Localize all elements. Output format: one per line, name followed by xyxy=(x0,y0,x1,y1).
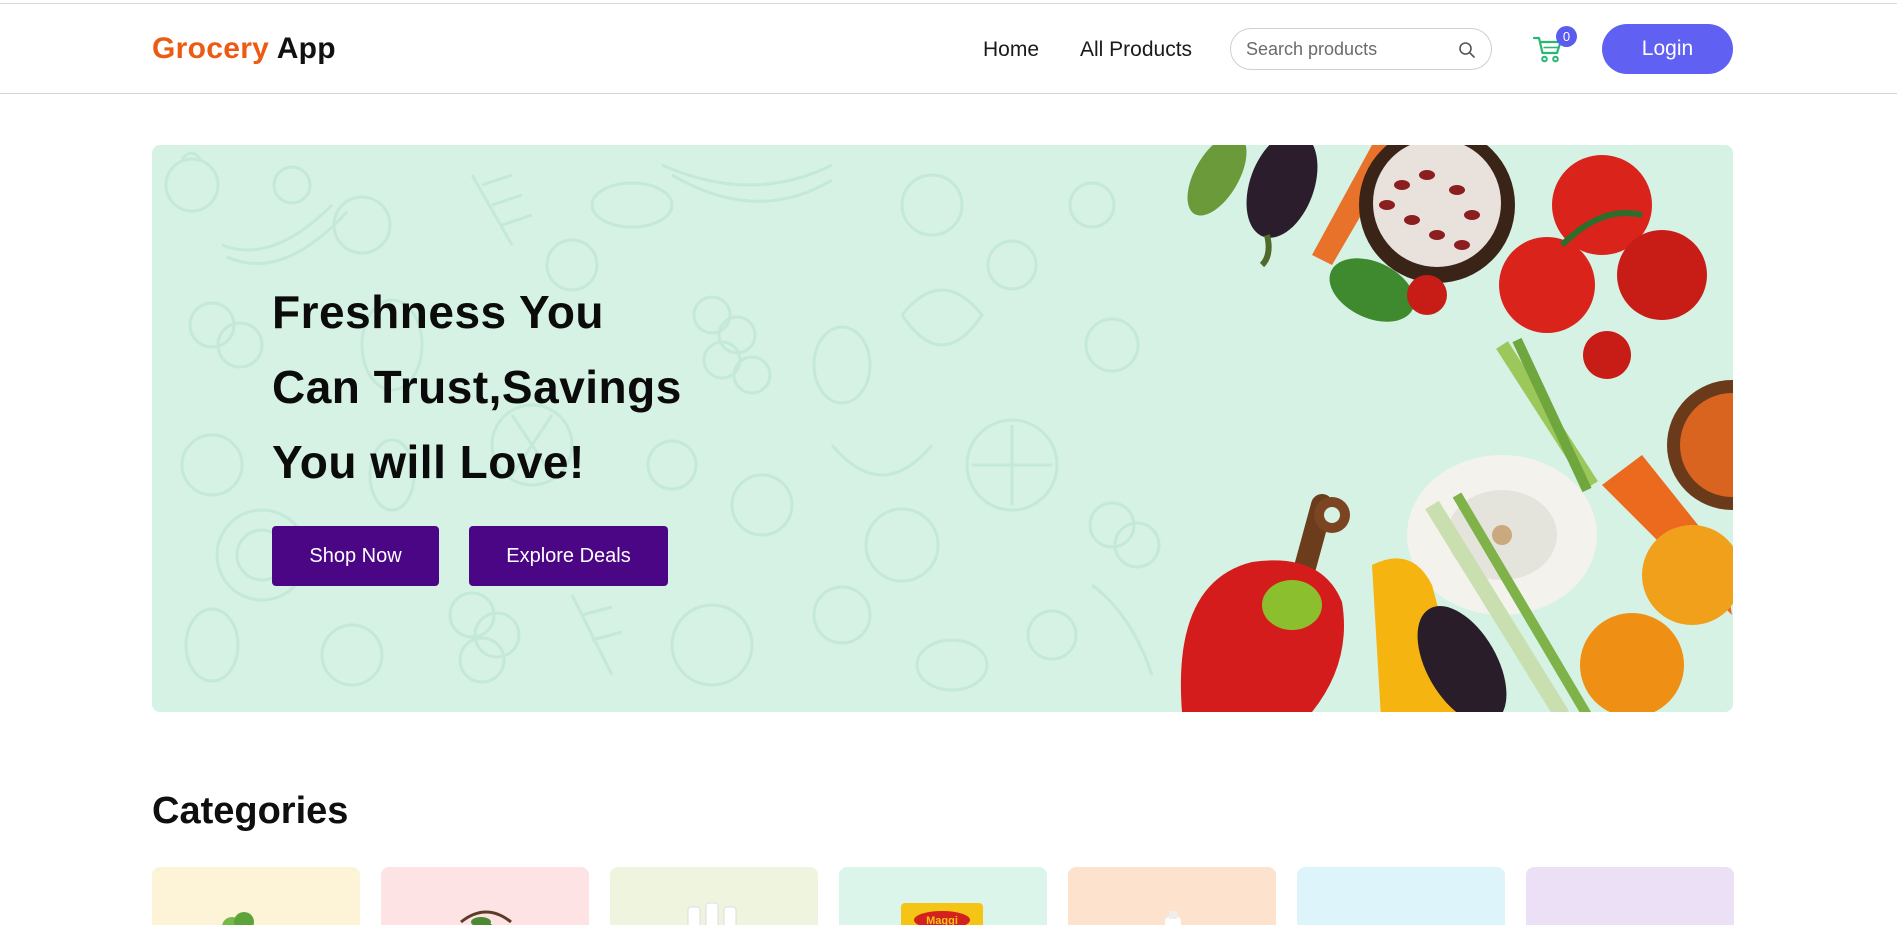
explore-deals-button[interactable]: Explore Deals xyxy=(469,526,668,586)
hero-title: Freshness You Can Trust,Savings You will… xyxy=(272,275,792,500)
vegetables-image xyxy=(1180,145,1733,712)
instant-noodles-icon: Maggi xyxy=(901,903,983,925)
bakery-icon xyxy=(1297,867,1505,925)
hero-title-line: You will Love! xyxy=(272,436,585,488)
nav-home-link[interactable]: Home xyxy=(983,38,1039,62)
brand-logo[interactable]: Grocery App xyxy=(152,32,336,66)
categories-heading: Categories xyxy=(152,790,349,832)
search-box xyxy=(1230,28,1492,70)
fruit-bunch-icon xyxy=(460,910,512,925)
search-icon[interactable] xyxy=(1457,40,1477,60)
brand-name-part1: Grocery xyxy=(152,32,270,65)
login-button[interactable]: Login xyxy=(1602,24,1733,74)
category-card[interactable] xyxy=(381,867,589,925)
dairy-icon xyxy=(1165,911,1181,925)
cart-count-badge: 0 xyxy=(1556,26,1577,47)
bottles-icon xyxy=(687,902,737,925)
hero-banner: Freshness You Can Trust,Savings You will… xyxy=(152,145,1733,712)
category-card-brand-label: Maggi xyxy=(926,915,958,925)
category-card[interactable] xyxy=(1526,867,1734,925)
category-card[interactable] xyxy=(152,867,360,925)
brand-name-part2: App xyxy=(276,32,336,65)
category-card[interactable] xyxy=(1297,867,1505,925)
search-input[interactable] xyxy=(1246,37,1451,61)
leafy-greens-icon xyxy=(222,912,254,925)
navbar: Grocery App Home All Products 0 Login xyxy=(0,4,1897,94)
grains-icon xyxy=(1526,867,1734,925)
category-card[interactable]: Maggi xyxy=(839,867,1047,925)
category-card[interactable] xyxy=(1068,867,1276,925)
categories-list: Maggi xyxy=(152,867,1734,925)
hero-title-line: Freshness You xyxy=(272,286,605,338)
shop-now-button[interactable]: Shop Now xyxy=(272,526,439,586)
nav-all-products-link[interactable]: All Products xyxy=(1080,38,1192,62)
category-card[interactable] xyxy=(610,867,818,925)
hero-title-line: Can Trust,Savings xyxy=(272,361,682,413)
